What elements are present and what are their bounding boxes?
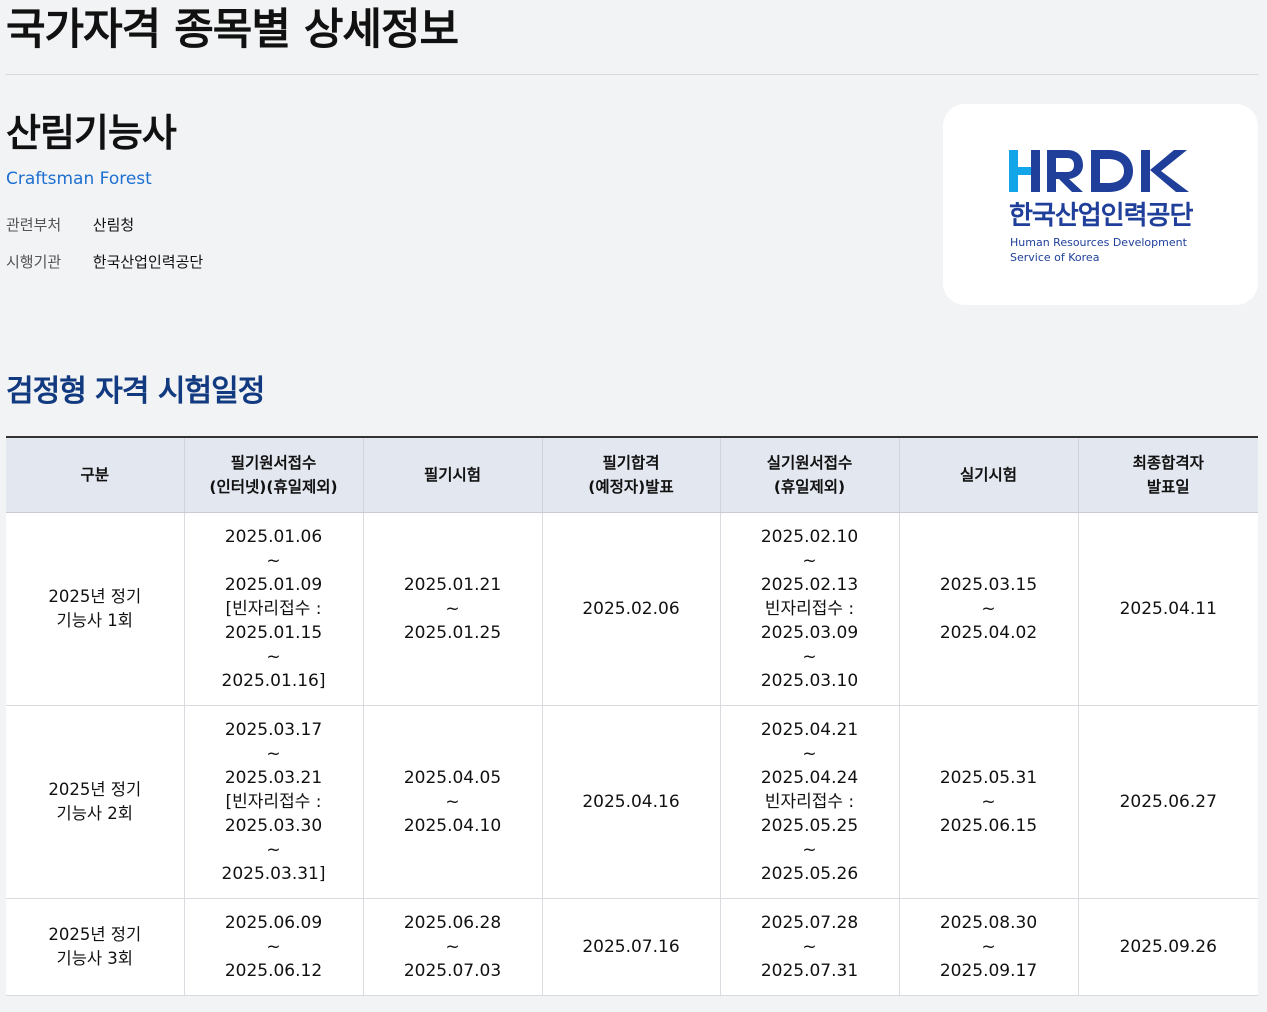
exam-schedule-table: 구분 필기원서접수 (인터넷)(휴일제외) 필기시험 필기합격 (예정자)발표 … — [6, 436, 1258, 996]
cell-written-result: 2025.02.06 — [542, 512, 721, 706]
logo-korean-text: 한국산업인력공단 — [1009, 201, 1193, 231]
column-header-round: 구분 — [6, 437, 185, 513]
cell-practical-exam: 2025.05.31 ~ 2025.06.15 — [899, 705, 1079, 899]
table-row: 2025년 정기 기능사 2회 2025.03.17 ~ 2025.03.21 … — [6, 705, 1258, 899]
cell-written-result: 2025.04.16 — [542, 705, 721, 899]
hrdk-logo-icon — [1009, 150, 1189, 192]
cell-practical-application: 2025.07.28 ~ 2025.07.31 — [720, 898, 900, 996]
cell-practical-application: 2025.04.21 ~ 2025.04.24 빈자리접수 : 2025.05.… — [720, 705, 900, 899]
cell-written-application: 2025.06.09 ~ 2025.06.12 — [184, 898, 364, 996]
meta-row-agency: 시행기관 한국산업인력공단 — [6, 252, 203, 272]
cell-written-result: 2025.07.16 — [542, 898, 721, 996]
page-title: 국가자격 종목별 상세정보 — [6, 5, 459, 55]
cell-practical-application: 2025.02.10 ~ 2025.02.13 빈자리접수 : 2025.03.… — [720, 512, 900, 706]
cell-final-result: 2025.09.26 — [1078, 898, 1258, 996]
cell-final-result: 2025.04.11 — [1078, 512, 1258, 706]
page-container: 국가자격 종목별 상세정보 산림기능사 Craftsman Forest 관련부… — [0, 0, 1267, 1012]
column-header-final-result: 최종합격자 발표일 — [1078, 437, 1258, 513]
meta-value: 산림청 — [92, 216, 135, 234]
cell-round: 2025년 정기 기능사 2회 — [6, 705, 185, 899]
cell-round: 2025년 정기 기능사 1회 — [6, 512, 185, 706]
table-row: 2025년 정기 기능사 3회 2025.06.09 ~ 2025.06.12 … — [6, 898, 1258, 996]
logo-english-text: Human Resources Development Service of K… — [1010, 235, 1187, 265]
logo-english-line-1: Human Resources Development — [1010, 236, 1187, 249]
cell-practical-exam: 2025.03.15 ~ 2025.04.02 — [899, 512, 1079, 706]
table-header-row: 구분 필기원서접수 (인터넷)(휴일제외) 필기시험 필기합격 (예정자)발표 … — [6, 437, 1258, 513]
meta-value: 한국산업인력공단 — [92, 253, 204, 271]
column-header-written-exam: 필기시험 — [363, 437, 543, 513]
logo-english-line-2: Service of Korea — [1010, 251, 1100, 264]
meta-row-department: 관련부처 산림청 — [6, 215, 134, 235]
cell-final-result: 2025.06.27 — [1078, 705, 1258, 899]
meta-label: 관련부처 — [6, 216, 62, 234]
cell-written-exam: 2025.04.05 ~ 2025.04.10 — [363, 705, 543, 899]
agency-logo-card: 한국산업인력공단 Human Resources Development Ser… — [943, 104, 1258, 305]
schedule-section-title: 검정형 자격 시험일정 — [6, 374, 265, 409]
cell-written-application: 2025.03.17 ~ 2025.03.21 [빈자리접수 : 2025.03… — [184, 705, 364, 899]
column-header-written-result: 필기합격 (예정자)발표 — [542, 437, 721, 513]
column-header-practical-exam: 실기시험 — [899, 437, 1079, 513]
certificate-english-name: Craftsman Forest — [6, 169, 152, 189]
certificate-info: 산림기능사 Craftsman Forest 관련부처 산림청 시행기관 한국산… — [6, 75, 1258, 375]
meta-label: 시행기관 — [6, 253, 62, 271]
table-row: 2025년 정기 기능사 1회 2025.01.06 ~ 2025.01.09 … — [6, 512, 1258, 706]
column-header-practical-application: 실기원서접수 (휴일제외) — [720, 437, 900, 513]
cell-round: 2025년 정기 기능사 3회 — [6, 898, 185, 996]
certificate-name: 산림기능사 — [6, 111, 177, 155]
cell-practical-exam: 2025.08.30 ~ 2025.09.17 — [899, 898, 1079, 996]
cell-written-application: 2025.01.06 ~ 2025.01.09 [빈자리접수 : 2025.01… — [184, 512, 364, 706]
cell-written-exam: 2025.01.21 ~ 2025.01.25 — [363, 512, 543, 706]
cell-written-exam: 2025.06.28 ~ 2025.07.03 — [363, 898, 543, 996]
column-header-written-application: 필기원서접수 (인터넷)(휴일제외) — [184, 437, 364, 513]
